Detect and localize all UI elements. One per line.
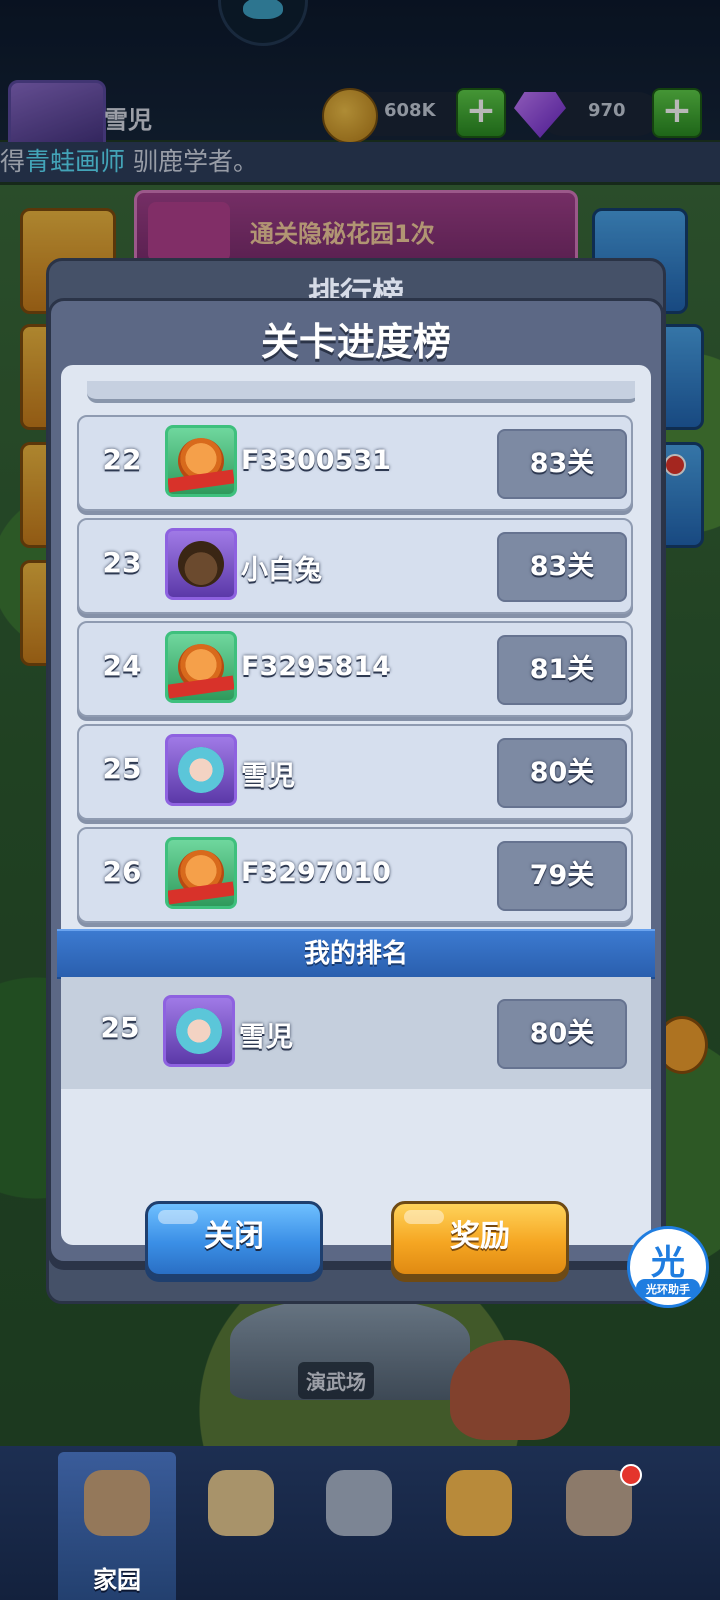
nav-heroes[interactable] — [182, 1452, 300, 1600]
tiger-avatar-icon — [165, 837, 237, 909]
nav-home-label: 家园 — [93, 1566, 141, 1594]
ranking-row[interactable]: 23 小白兔 83关 — [77, 518, 633, 614]
level-badge: 83关 — [497, 429, 627, 499]
player-name: 小白兔 — [241, 555, 322, 586]
rank-number: 25 — [102, 752, 142, 785]
girl-avatar-icon — [163, 995, 235, 1067]
home-icon — [84, 1470, 150, 1536]
shield-icon — [446, 1470, 512, 1536]
ranking-list[interactable]: 22 F3300531 83关 23 小白兔 83关 24 F3295814 8… — [77, 381, 635, 929]
level-progress-dialog: 关卡进度榜 22 F3300531 83关 23 小白兔 83关 24 F329… — [48, 298, 664, 1277]
level-badge: 80关 — [497, 738, 627, 808]
player-name: F3300531 — [241, 445, 391, 476]
rank-number: 24 — [102, 649, 142, 682]
ranking-row[interactable]: 25 雪児 80关 — [77, 724, 633, 820]
nav-notification-dot — [620, 1464, 642, 1486]
girl-avatar-icon — [165, 734, 237, 806]
level-badge: 81关 — [497, 635, 627, 705]
level-badge: 79关 — [497, 841, 627, 911]
player-name: F3297010 — [241, 857, 391, 888]
my-player-name: 雪児 — [239, 1022, 293, 1053]
player-name: F3295814 — [241, 651, 391, 682]
ranking-row[interactable]: 26 F3297010 79关 — [77, 827, 633, 923]
player-name: 雪児 — [241, 761, 295, 792]
nav-home[interactable]: 家园 — [58, 1452, 176, 1600]
nav-guild[interactable] — [420, 1452, 538, 1600]
my-rank-number: 25 — [100, 1011, 140, 1044]
halo-assistant-button[interactable]: 光 光环助手 — [627, 1226, 709, 1308]
close-button[interactable]: 关闭 — [145, 1201, 323, 1277]
rank-number: 26 — [102, 855, 142, 888]
halo-assistant-label: 光环助手 — [646, 1283, 690, 1296]
level-badge: 83关 — [497, 532, 627, 602]
bird-avatar-icon — [165, 528, 237, 600]
nav-battle[interactable] — [300, 1452, 418, 1600]
partial-row — [87, 381, 635, 403]
rank-number: 22 — [102, 443, 142, 476]
rank-number: 23 — [102, 546, 142, 579]
ranking-row[interactable]: 22 F3300531 83关 — [77, 415, 633, 511]
dialog-title: 关卡进度榜 — [260, 320, 451, 364]
my-level-badge: 80关 — [497, 999, 627, 1069]
pig-icon — [208, 1470, 274, 1536]
dialog-body: 22 F3300531 83关 23 小白兔 83关 24 F3295814 8… — [57, 365, 655, 1277]
crossed-swords-icon — [326, 1470, 392, 1536]
reward-button[interactable]: 奖励 — [391, 1201, 569, 1277]
reward-button-label: 奖励 — [450, 1219, 510, 1254]
tiger-avatar-icon — [165, 425, 237, 497]
tiger-avatar-icon — [165, 631, 237, 703]
my-rank-header: 我的排名 — [57, 929, 655, 979]
halo-assistant-icon: 光 — [651, 1243, 685, 1283]
close-button-label: 关闭 — [204, 1219, 264, 1254]
ranking-row[interactable]: 24 F3295814 81关 — [77, 621, 633, 717]
my-rank-row: 25 雪児 80关 — [61, 977, 651, 1089]
